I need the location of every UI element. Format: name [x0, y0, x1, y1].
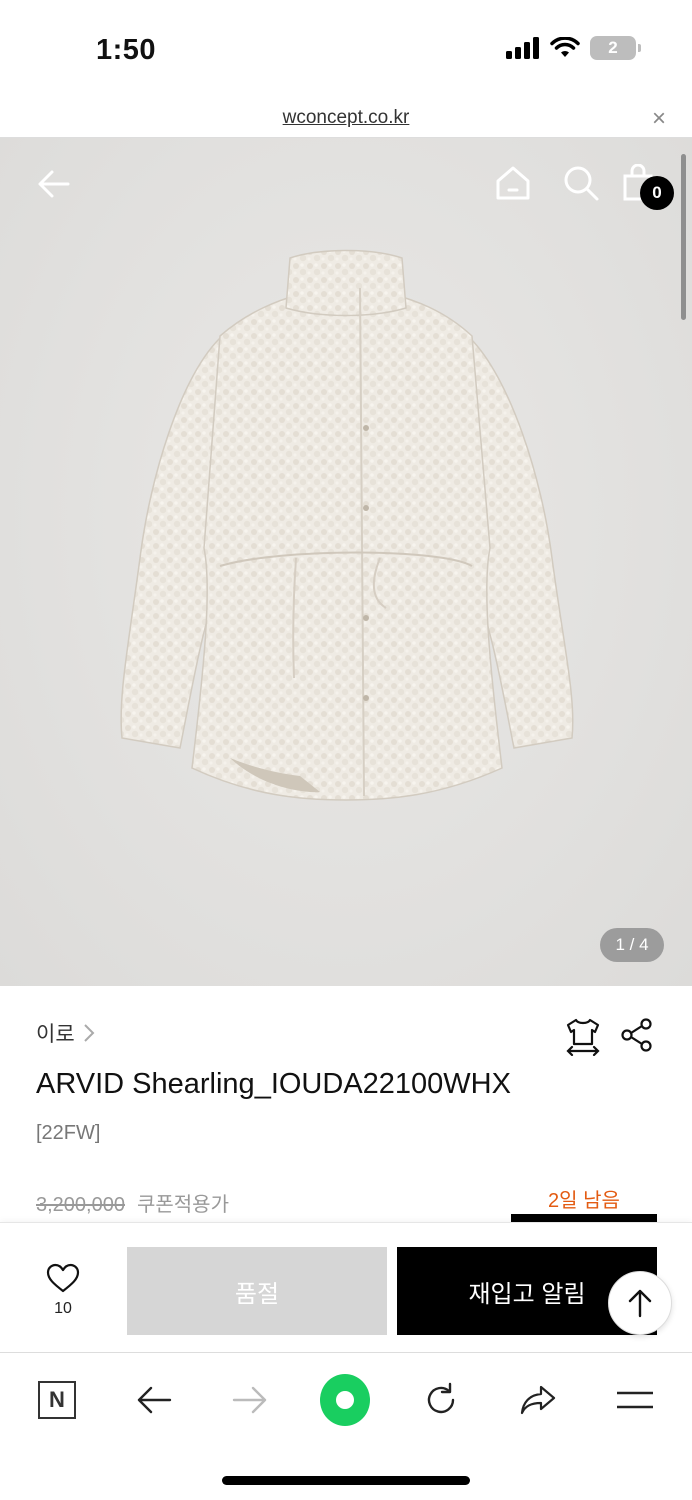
signal-icon: [506, 37, 539, 59]
chevron-right-icon: [83, 1024, 95, 1042]
scroll-top-button[interactable]: [608, 1271, 672, 1335]
coat-image: [120, 249, 574, 801]
status-icons: 2: [506, 36, 641, 60]
naver-icon: N: [38, 1381, 76, 1419]
share-page-button[interactable]: [513, 1375, 563, 1425]
url-bar: wconcept.co.kr ×: [0, 100, 692, 138]
close-icon[interactable]: ×: [652, 105, 666, 133]
menu-button[interactable]: [610, 1375, 660, 1425]
like-button[interactable]: 10: [40, 1263, 86, 1318]
status-bar: 1:50 2: [0, 0, 692, 100]
price-row: 3,200,000 쿠폰적용가: [36, 1188, 229, 1217]
like-count: 10: [54, 1300, 72, 1317]
share-arrow-icon: [520, 1385, 556, 1415]
home-icon[interactable]: [494, 164, 532, 202]
coupon-price-label: 쿠폰적용가: [136, 1194, 229, 1216]
brand-name: 이로: [36, 1023, 75, 1046]
forward-icon: [232, 1386, 267, 1414]
arrow-up-icon: [628, 1289, 652, 1318]
menu-icon: [617, 1391, 653, 1409]
size-guide-icon[interactable]: [564, 1016, 602, 1056]
days-left-label: 2일 남음: [548, 1190, 620, 1212]
image-page-indicator: 1 / 4: [600, 928, 664, 962]
back-icon: [137, 1386, 172, 1414]
purchase-bar: 10 품절 재입고 알림: [0, 1222, 692, 1352]
soldout-button[interactable]: 품절: [127, 1247, 387, 1335]
reload-icon: [427, 1382, 455, 1414]
days-left-bar: [511, 1214, 657, 1222]
share-icon[interactable]: [620, 1018, 654, 1052]
product-image-carousel[interactable]: 0 1 / 4: [0, 138, 692, 986]
product-title: ARVID Shearling_IOUDA22100WHX: [36, 1068, 511, 1100]
url-text[interactable]: wconcept.co.kr: [0, 107, 692, 129]
browser-back-button[interactable]: [129, 1375, 179, 1425]
original-price: 3,200,000: [36, 1194, 125, 1216]
back-arrow-icon[interactable]: [34, 164, 74, 204]
search-icon[interactable]: [562, 164, 600, 202]
browser-forward-button[interactable]: [225, 1375, 275, 1425]
status-time: 1:50: [96, 34, 157, 66]
wifi-icon: [550, 37, 580, 57]
naver-home-button[interactable]: N: [32, 1375, 82, 1425]
hero-nav: [0, 160, 692, 210]
season-tag: [22FW]: [36, 1122, 101, 1144]
reload-button[interactable]: [416, 1375, 466, 1425]
green-dot-button[interactable]: [320, 1374, 370, 1426]
brand-link[interactable]: 이로: [36, 1018, 95, 1048]
cart-count-badge: 0: [640, 176, 674, 210]
home-indicator: [222, 1476, 470, 1485]
green-dot-icon: [320, 1374, 370, 1426]
heart-icon: [46, 1263, 80, 1293]
battery-icon: 2: [590, 36, 641, 60]
scrollbar[interactable]: [681, 154, 686, 320]
